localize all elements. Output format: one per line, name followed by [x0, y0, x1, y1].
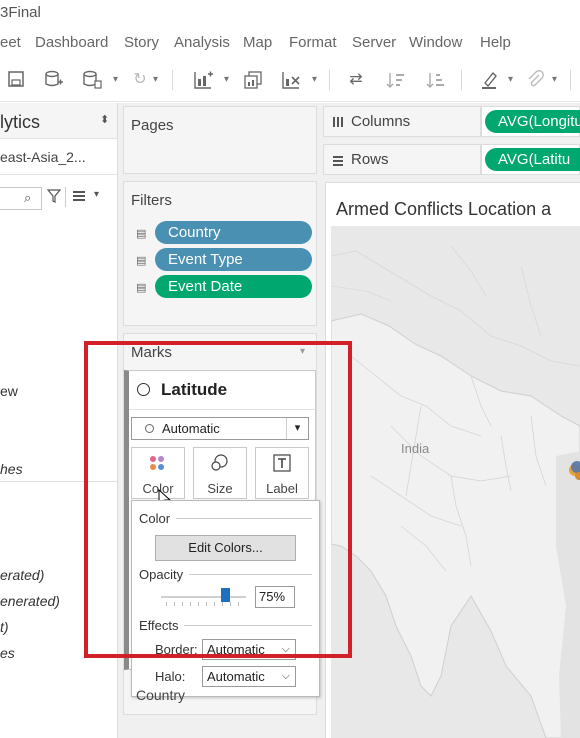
sort-ascending-icon[interactable] [386, 70, 406, 90]
chevron-down-icon: ⌵ [281, 670, 290, 682]
chevron-down-icon[interactable]: ▾ [552, 70, 557, 90]
filter-field-icon: ▤ [136, 282, 147, 294]
highlight-pen-icon[interactable] [480, 70, 500, 90]
rows-label: Rows [351, 151, 389, 168]
menu-dashboard[interactable]: Dashboard [35, 34, 108, 51]
view-title: Armed Conflicts Location a [336, 199, 552, 219]
filter-field-icon: ▤ [136, 228, 147, 240]
chevron-down-icon[interactable]: ▾ [224, 70, 229, 90]
halo-select-value: Automatic [207, 669, 265, 684]
rows-shelf-label: Rows [323, 144, 481, 175]
map[interactable]: India [331, 226, 580, 738]
new-datasource-icon[interactable] [44, 70, 64, 90]
refresh-icon[interactable]: ↻ [130, 70, 150, 90]
chevron-down-icon[interactable]: ▾ [113, 70, 118, 90]
columns-pill[interactable]: AVG(Longitu [485, 110, 580, 133]
filters-label: Filters [131, 192, 172, 209]
window-title: 3Final [0, 4, 41, 21]
menu-story[interactable]: Story [124, 34, 159, 51]
halo-select[interactable]: Automatic ⌵ [202, 666, 296, 687]
rows-shelf[interactable]: AVG(Latitu [481, 144, 580, 175]
menu-format[interactable]: Format [289, 34, 337, 51]
new-worksheet-icon[interactable] [193, 70, 213, 90]
clear-sheet-icon[interactable] [281, 70, 301, 90]
columns-shelf-label: Columns [323, 106, 481, 137]
columns-pill-label: AVG(Longitu [498, 113, 580, 130]
datasource-row[interactable]: east-Asia_2... [0, 139, 117, 175]
menu-server[interactable]: Server [352, 34, 396, 51]
menu-window[interactable]: Window [409, 34, 462, 51]
rows-pill-label: AVG(Latitu [498, 151, 571, 168]
columns-shelf[interactable]: AVG(Longitu [481, 106, 580, 137]
menu-bar: eet Dashboard Story Analysis Map Format … [0, 26, 580, 58]
filter-funnel-icon[interactable] [46, 189, 62, 206]
field-item[interactable]: es [0, 645, 15, 661]
data-pane-title: lytics [0, 112, 40, 132]
search-icon: ⌕ [24, 190, 32, 205]
datasource-name: east-Asia_2... [0, 149, 86, 165]
filters-card[interactable]: Filters ▤ Country ▤ Event Type ▤ Event D… [123, 181, 317, 326]
columns-icon [332, 115, 344, 133]
field-item[interactable]: ew [0, 383, 18, 399]
filter-pill-event-date[interactable]: Event Date [155, 275, 312, 298]
paperclip-icon[interactable] [526, 70, 546, 90]
filter-pill-label: Event Date [168, 278, 243, 295]
chevron-down-icon[interactable]: ▾ [153, 70, 158, 90]
menu-help[interactable]: Help [480, 34, 511, 51]
duplicate-sheet-icon[interactable] [243, 70, 263, 90]
toolbar-divider [461, 70, 462, 90]
toolbar-divider [172, 70, 173, 90]
menu-map[interactable]: Map [243, 34, 272, 51]
menu-sheet[interactable]: eet [0, 34, 21, 51]
filter-pill-country[interactable]: Country [155, 221, 312, 244]
field-item[interactable]: enerated) [0, 593, 60, 609]
halo-label: Halo: [155, 669, 186, 684]
title-bar: 3Final [0, 0, 580, 26]
field-item[interactable]: erated) [0, 567, 44, 583]
columns-label: Columns [351, 113, 411, 130]
save-icon[interactable] [6, 70, 26, 90]
pages-card[interactable]: Pages [123, 106, 317, 174]
rows-pill[interactable]: AVG(Latitu [485, 148, 580, 171]
toolbar-divider [570, 70, 571, 90]
sort-descending-icon[interactable] [426, 70, 446, 90]
map-svg [331, 226, 580, 738]
pages-label: Pages [131, 117, 174, 134]
field-item[interactable]: t) [0, 619, 9, 635]
filter-pill-event-type[interactable]: Event Type [155, 248, 312, 271]
view-list-icon[interactable] [72, 189, 86, 208]
search-input[interactable]: ⌕ [0, 187, 42, 210]
sort-toggle-icon[interactable]: ⬍ [100, 113, 109, 126]
chevron-down-icon[interactable]: ▾ [508, 70, 513, 90]
filter-pill-label: Event Type [168, 251, 243, 268]
menu-analysis[interactable]: Analysis [174, 34, 230, 51]
swap-rows-columns-icon[interactable]: ⇄ [346, 70, 366, 90]
filter-field-icon: ▤ [136, 255, 147, 267]
divider [65, 187, 66, 207]
filter-pill-label: Country [168, 224, 221, 241]
chevron-down-icon[interactable]: ▾ [312, 70, 317, 90]
marks-field-country[interactable]: Country [136, 687, 185, 703]
toolbar-divider [329, 70, 330, 90]
field-item[interactable]: hes [0, 461, 23, 477]
chevron-down-icon[interactable]: ▾ [94, 189, 99, 200]
toolbar: ▾ ↻ ▾ ▾ ▾ ⇄ ▾ ▾ [0, 58, 580, 102]
rows-icon [332, 154, 344, 172]
data-pane-header: lytics ⬍ [0, 103, 117, 139]
pause-datasource-icon[interactable] [82, 70, 102, 90]
map-label-india: India [401, 441, 430, 456]
highlight-box [84, 341, 352, 658]
